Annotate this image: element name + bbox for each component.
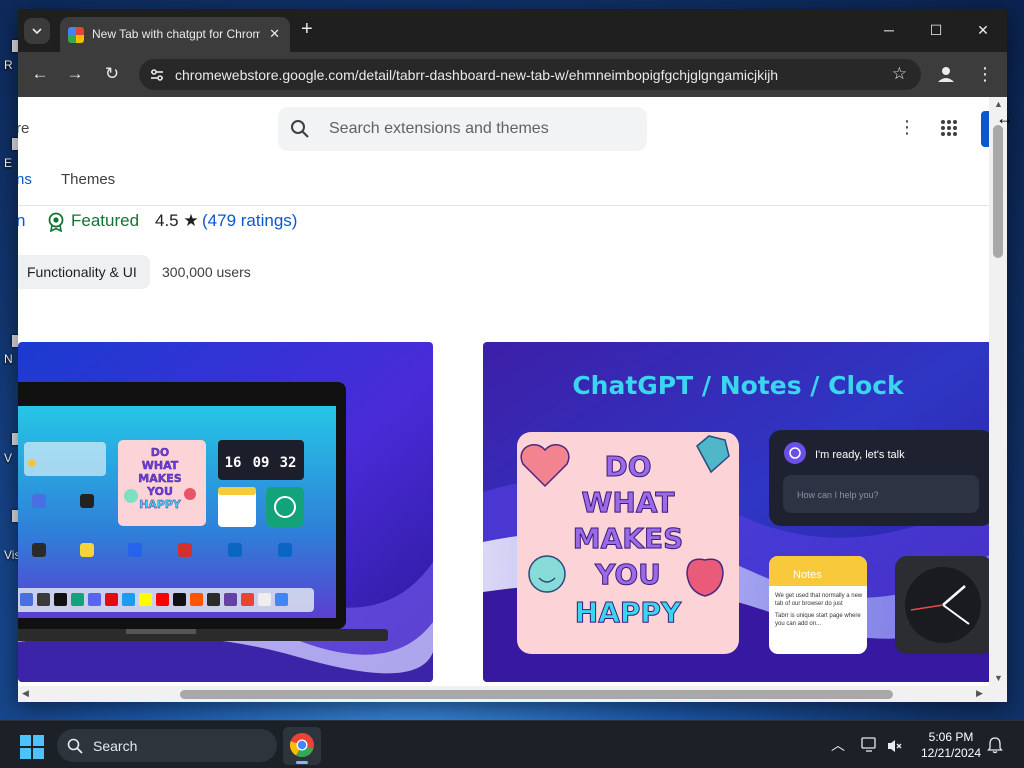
sticker-line: MAKES: [138, 472, 181, 485]
notes-text: We get used that normally a new tab of o…: [775, 593, 863, 607]
tab-title: New Tab with chatgpt for Chrome: [92, 27, 260, 41]
desktop-icon-label: V: [4, 451, 13, 465]
bookmark-star-icon[interactable]: ☆: [892, 64, 907, 84]
taskbar-chrome[interactable]: [283, 727, 321, 765]
laptop-promo-image: DO WHAT MAKES YOU HAPPY 16 09 32: [18, 342, 433, 682]
address-bar[interactable]: chromewebstore.google.com/detail/tabrr-d…: [139, 59, 921, 90]
sticker-line: WHAT: [142, 459, 179, 472]
taskbar-search[interactable]: Search: [57, 729, 277, 762]
network-icon[interactable]: [861, 737, 879, 753]
bell-icon[interactable]: [987, 736, 1003, 754]
apps-grid-icon[interactable]: [940, 119, 958, 137]
tab-extensions[interactable]: ns: [18, 171, 32, 188]
taskbar-search-label: Search: [93, 738, 138, 754]
close-window-icon[interactable]: ✕: [961, 18, 1005, 42]
taskbar: Search ︿ 5:06 PM 12/21/2024: [0, 720, 1024, 768]
features-promo-image: ChatGPT / Notes / Clock DO WHAT MAKES YO…: [483, 342, 989, 682]
toolbar: ← → ↻ chromewebstore.google.com/detail/t…: [18, 52, 1007, 97]
desktop-icon-label: N: [4, 352, 13, 366]
favicon-icon: [68, 27, 84, 43]
screenshot-features[interactable]: ChatGPT / Notes / Clock DO WHAT MAKES YO…: [483, 342, 989, 682]
windows-start-icon[interactable]: [20, 735, 44, 759]
tabs-divider: [18, 205, 989, 206]
web-store-page: re Search extensions and themes ⋮ ns The…: [18, 97, 989, 686]
sticker-line: WHAT: [582, 486, 675, 519]
desktop-icon-label: E: [4, 156, 13, 170]
chat-placeholder: How can I help you?: [797, 490, 879, 500]
resize-cursor-icon: ↔: [996, 108, 1014, 128]
scroll-down-arrow-icon[interactable]: ▼: [994, 673, 1003, 683]
ratings-link[interactable]: (479 ratings): [202, 211, 297, 231]
url-text: chromewebstore.google.com/detail/tabrr-d…: [175, 67, 779, 83]
tab-search-button[interactable]: [24, 18, 50, 44]
scroll-left-arrow-icon[interactable]: ◀: [22, 688, 29, 699]
sticker-line: MAKES: [573, 522, 684, 555]
notes-text: Tabrr is unique start page where you can…: [775, 613, 861, 627]
back-arrow-icon[interactable]: ←: [28, 62, 52, 86]
volume-muted-icon[interactable]: [886, 738, 902, 754]
sticker-line: DO: [604, 450, 651, 483]
rating-value: 4.5 ★: [155, 211, 199, 230]
featured-badge-icon: [48, 212, 64, 232]
horizontal-scroll-thumb[interactable]: [180, 690, 893, 699]
forward-arrow-icon[interactable]: →: [63, 62, 87, 86]
sticker-line: HAPPY: [575, 596, 682, 629]
search-icon: [67, 738, 83, 754]
notes-title: Notes: [793, 569, 822, 581]
sticker-line: YOU: [594, 558, 661, 591]
tab-search-icon: [32, 28, 42, 35]
clock-hours: 16: [225, 455, 242, 471]
store-logo-text[interactable]: re: [18, 120, 29, 137]
more-options-icon[interactable]: ⋮: [898, 117, 916, 138]
profile-icon[interactable]: [935, 63, 957, 85]
browser-window: New Tab with chatgpt for Chrome ✕ + ─ ☐ …: [18, 9, 1007, 702]
featured-badge[interactable]: Featured: [71, 211, 139, 231]
vertical-scrollbar[interactable]: ▲ ▼: [989, 97, 1007, 686]
developer-link[interactable]: n: [18, 211, 25, 231]
sign-in-button[interactable]: [981, 111, 989, 147]
clock-minutes: 09: [253, 455, 270, 471]
horizontal-scrollbar[interactable]: ◀ ▶: [18, 686, 1007, 702]
clock-seconds: 32: [280, 455, 297, 471]
star-icon: ★: [183, 211, 199, 230]
tab-strip: New Tab with chatgpt for Chrome ✕ + ─ ☐ …: [18, 9, 1007, 52]
search-input[interactable]: Search extensions and themes: [329, 120, 549, 138]
maximize-icon[interactable]: ☐: [914, 18, 958, 42]
chrome-icon: [289, 733, 314, 758]
tab-themes[interactable]: Themes: [61, 171, 115, 188]
scroll-right-arrow-icon[interactable]: ▶: [976, 688, 983, 699]
clock-time: 5:06 PM: [928, 730, 974, 744]
taskbar-clock[interactable]: 5:06 PM 12/21/2024: [912, 729, 990, 761]
screenshot-laptop[interactable]: DO WHAT MAKES YOU HAPPY 16 09 32: [18, 342, 433, 682]
desktop-icon-label: R: [4, 58, 13, 72]
chat-title: I'm ready, let's talk: [815, 449, 905, 461]
search-icon: [291, 120, 309, 138]
features-heading: ChatGPT / Notes / Clock: [572, 371, 905, 400]
reload-icon[interactable]: ↻: [100, 62, 124, 86]
chevron-up-icon[interactable]: ︿: [831, 735, 845, 755]
sticker-line: DO: [151, 446, 169, 459]
minimize-icon[interactable]: ─: [867, 18, 911, 42]
vertical-scroll-thumb[interactable]: [993, 125, 1003, 258]
active-tab[interactable]: New Tab with chatgpt for Chrome ✕: [60, 17, 290, 52]
close-icon[interactable]: ✕: [269, 26, 280, 42]
category-label: Functionality & UI: [27, 264, 137, 280]
sticker-line: YOU: [146, 485, 173, 498]
search-bar[interactable]: Search extensions and themes: [278, 107, 647, 151]
plus-icon[interactable]: +: [301, 19, 313, 39]
sticker-line: HAPPY: [139, 498, 182, 511]
active-app-indicator: [296, 761, 308, 764]
category-chip[interactable]: Functionality & UI: [18, 255, 150, 289]
site-info-icon[interactable]: [147, 65, 167, 85]
menu-dots-icon[interactable]: ⋮: [976, 63, 994, 85]
clock-date: 12/21/2024: [920, 746, 982, 760]
user-count: 300,000 users: [162, 264, 251, 280]
